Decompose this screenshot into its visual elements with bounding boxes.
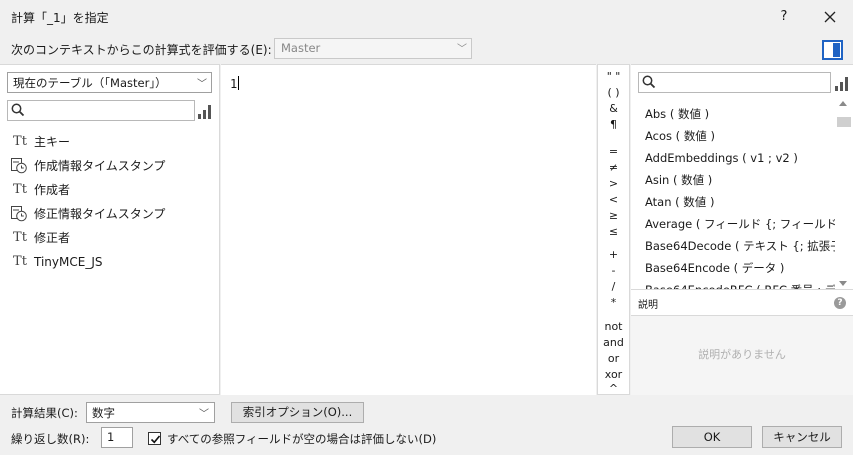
title-bar: 計算「_1」を指定 ? [0,0,853,34]
operator-button[interactable]: * [598,296,629,310]
operator-button[interactable]: ≥ [598,209,629,223]
operator-button[interactable]: > [598,177,629,191]
help-button[interactable]: ? [772,7,796,27]
result-type-label: 計算結果(C): [11,406,78,420]
field-list: Tt 主キー 作成情報タイムスタンプ Tt 作成者 修正情報タイムスタンプ Tt… [10,130,210,274]
list-item[interactable]: 修正情報タイムスタンプ [10,202,210,226]
close-icon [824,11,836,23]
list-item[interactable]: Base64Decode ( テキスト {; 拡張子... [645,235,835,257]
list-item[interactable]: Abs ( 数値 ) [645,103,835,125]
list-item[interactable]: Tt 主キー [10,130,210,154]
scroll-up-icon[interactable] [839,101,847,106]
function-search-input[interactable] [638,72,831,93]
sort-icon[interactable] [835,77,849,91]
operator-panel: " " ( ) & ¶ = ≠ > < ≥ ≤ + - / * not and … [597,64,630,395]
function-list-scrollbar[interactable] [835,101,853,288]
chevron-down-icon: ﹀ [199,409,209,420]
list-item[interactable]: Tt 修正者 [10,226,210,250]
close-button[interactable] [818,6,842,28]
side-panel-icon [833,43,840,57]
operator-button[interactable]: ( ) [598,86,629,100]
list-item[interactable]: Base64Encode ( データ ) [645,257,835,279]
field-panel: 現在のテーブル（「Master」） ﹀ Tt 主キー 作成情報タイムスタンプ T… [0,64,220,395]
list-item[interactable]: 作成情報タイムスタンプ [10,154,210,178]
operator-button[interactable]: + [598,248,629,262]
skip-empty-label: すべての参照フィールドが空の場合は評価しない(D) [167,432,437,446]
text-field-icon: Tt [13,134,27,149]
list-item[interactable]: Tt 作成者 [10,178,210,202]
scroll-thumb[interactable] [837,117,851,127]
operator-button[interactable]: ≤ [598,225,629,239]
text-field-icon: Tt [13,254,27,269]
sort-icon[interactable] [198,105,212,119]
bottom-bar: 計算結果(C): 数字 ﹀ 索引オプション(O)... 繰り返し数(R): 1 … [0,395,853,455]
table-select[interactable]: 現在のテーブル（「Master」） ﹀ [7,72,212,93]
text-field-icon: Tt [13,230,27,245]
result-type-value: 数字 [92,406,115,420]
field-name: 修正情報タイムスタンプ [34,207,166,221]
operator-button[interactable]: & [598,102,629,116]
operator-button[interactable]: ¶ [598,118,629,132]
description-panel: 説明 ? 説明がありません [631,289,853,395]
formula-editor[interactable]: 1 [221,64,596,395]
operator-button[interactable]: or [598,352,629,366]
cancel-button[interactable]: キャンセル [762,426,842,448]
window-title: 計算「_1」を指定 [11,11,109,25]
checkmark-icon [150,435,161,444]
description-title: 説明 [638,300,658,311]
ok-button[interactable]: OK [672,426,752,448]
operator-button[interactable]: = [598,145,629,159]
text-field-icon: Tt [13,182,27,197]
context-row: 次のコンテキストからこの計算式を評価する(E): Master ﹀ [0,34,853,64]
table-select-value: 現在のテーブル（「Master」） [13,76,167,90]
list-item[interactable]: Asin ( 数値 ) [645,169,835,191]
field-name: 作成情報タイムスタンプ [34,159,166,173]
context-label: 次のコンテキストからこの計算式を評価する(E): [11,43,272,57]
field-name: TinyMCE_JS [34,255,103,269]
context-select-value: Master [281,41,321,55]
search-icon [642,75,656,89]
operator-button[interactable]: / [598,280,629,294]
repeat-label: 繰り返し数(R): [11,432,90,446]
operator-button[interactable]: ^ [598,382,629,396]
list-item[interactable]: Tt TinyMCE_JS [10,250,210,274]
result-type-select[interactable]: 数字 ﹀ [86,402,215,423]
context-select[interactable]: Master ﹀ [274,38,472,59]
text-caret [238,76,240,90]
list-item[interactable]: Average ( フィールド {; フィールド...} ) [645,213,835,235]
chevron-down-icon: ﹀ [457,44,467,55]
operator-button[interactable]: < [598,193,629,207]
field-name: 修正者 [34,231,71,245]
function-panel: Abs ( 数値 ) Acos ( 数値 ) AddEmbeddings ( v… [631,64,853,289]
operator-button[interactable]: xor [598,368,629,382]
description-header: 説明 ? [631,290,853,316]
list-item[interactable]: AddEmbeddings ( v1 ; v2 ) [645,147,835,169]
field-name: 主キー [34,135,71,149]
list-item[interactable]: Base64EncodeRFC ( RFC 番号 ; デ... [645,279,835,289]
scroll-down-icon[interactable] [839,281,847,286]
field-name: 作成者 [34,183,71,197]
operator-button[interactable]: and [598,336,629,350]
chevron-down-icon: ﹀ [197,79,207,90]
help-icon[interactable]: ? [834,297,846,309]
skip-empty-checkbox[interactable] [148,432,161,445]
operator-button[interactable]: ≠ [598,161,629,175]
formula-text: 1 [230,76,240,91]
operator-button[interactable]: " " [598,70,629,84]
operator-button[interactable]: not [598,320,629,334]
repeat-count-input[interactable]: 1 [101,427,133,448]
index-options-button[interactable]: 索引オプション(O)... [231,402,364,423]
timestamp-field-icon [10,202,30,226]
list-item[interactable]: Atan ( 数値 ) [645,191,835,213]
layout-toggle-button[interactable] [822,40,843,60]
timestamp-field-icon [10,154,30,178]
list-item[interactable]: Acos ( 数値 ) [645,125,835,147]
search-icon [11,103,25,117]
field-search-input[interactable] [7,100,195,121]
description-empty-text: 説明がありません [698,348,786,361]
function-list: Abs ( 数値 ) Acos ( 数値 ) AddEmbeddings ( v… [645,103,835,289]
operator-button[interactable]: - [598,264,629,278]
